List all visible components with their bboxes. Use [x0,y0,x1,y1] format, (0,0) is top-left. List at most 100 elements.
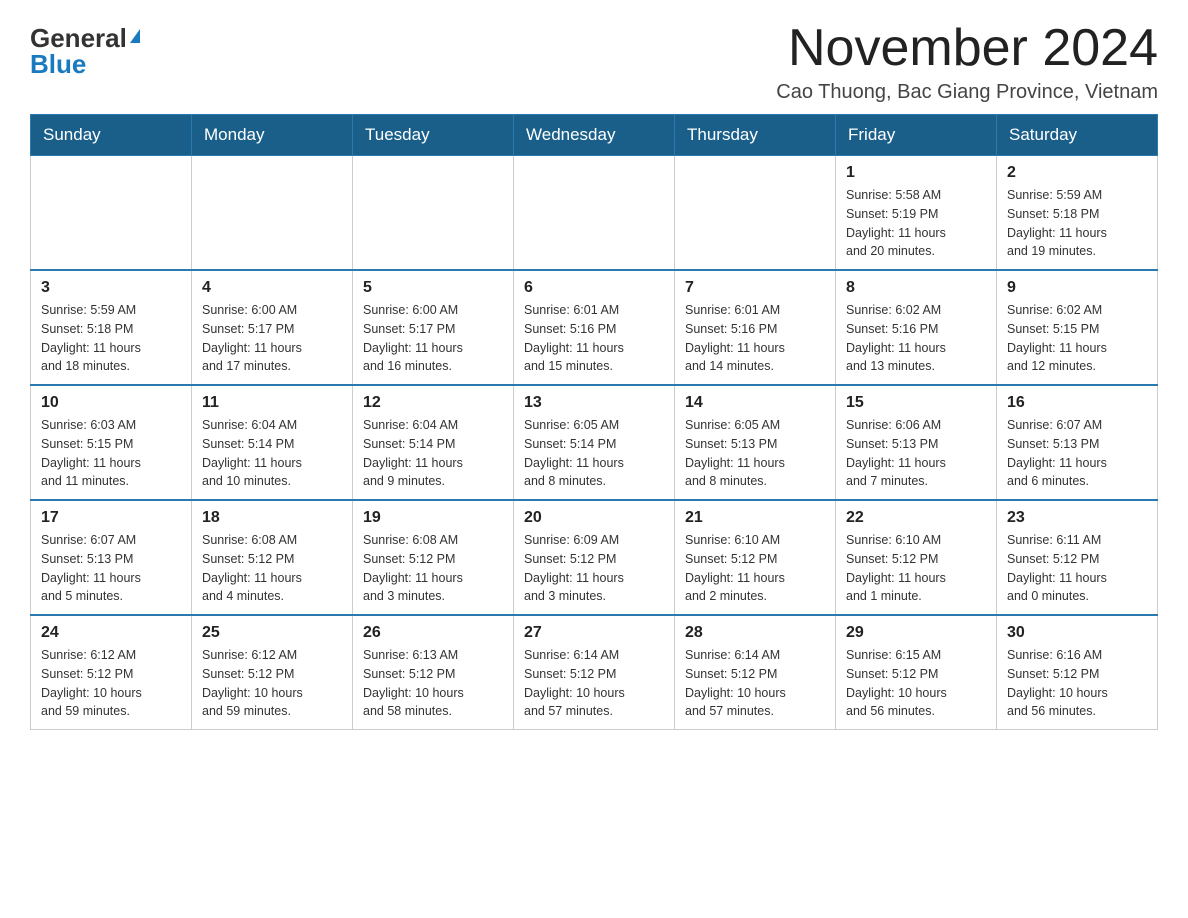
day-info: Sunrise: 6:12 AMSunset: 5:12 PMDaylight:… [41,646,181,721]
day-info: Sunrise: 6:08 AMSunset: 5:12 PMDaylight:… [202,531,342,606]
calendar-day-cell: 21 Sunrise: 6:10 AMSunset: 5:12 PMDayligh… [675,500,836,615]
day-info: Sunrise: 6:02 AMSunset: 5:16 PMDaylight:… [846,301,986,376]
calendar-day-cell: 17 Sunrise: 6:07 AMSunset: 5:13 PMDayligh… [31,500,192,615]
calendar-header-sunday: Sunday [31,115,192,156]
day-info: Sunrise: 5:59 AMSunset: 5:18 PMDaylight:… [41,301,181,376]
day-number: 13 [524,394,664,412]
day-info: Sunrise: 6:07 AMSunset: 5:13 PMDaylight:… [41,531,181,606]
day-info: Sunrise: 6:16 AMSunset: 5:12 PMDaylight:… [1007,646,1147,721]
day-info: Sunrise: 6:15 AMSunset: 5:12 PMDaylight:… [846,646,986,721]
day-number: 9 [1007,279,1147,297]
day-number: 3 [41,279,181,297]
calendar-table: SundayMondayTuesdayWednesdayThursdayFrid… [30,114,1158,730]
calendar-header-wednesday: Wednesday [514,115,675,156]
calendar-day-cell: 3 Sunrise: 5:59 AMSunset: 5:18 PMDaylight… [31,270,192,385]
calendar-header-tuesday: Tuesday [353,115,514,156]
calendar-week-row: 24 Sunrise: 6:12 AMSunset: 5:12 PMDayligh… [31,615,1158,730]
day-number: 22 [846,509,986,527]
day-number: 5 [363,279,503,297]
calendar-title: November 2024 [776,20,1158,77]
day-info: Sunrise: 6:11 AMSunset: 5:12 PMDaylight:… [1007,531,1147,606]
calendar-day-cell [31,156,192,271]
day-info: Sunrise: 6:00 AMSunset: 5:17 PMDaylight:… [363,301,503,376]
day-number: 4 [202,279,342,297]
day-number: 16 [1007,394,1147,412]
calendar-week-row: 1Sunrise: 5:58 AMSunset: 5:19 PMDaylight… [31,156,1158,271]
day-number: 8 [846,279,986,297]
day-number: 6 [524,279,664,297]
calendar-day-cell: 12 Sunrise: 6:04 AMSunset: 5:14 PMDayligh… [353,385,514,500]
calendar-day-cell: 16 Sunrise: 6:07 AMSunset: 5:13 PMDayligh… [997,385,1158,500]
calendar-header-monday: Monday [192,115,353,156]
day-number: 19 [363,509,503,527]
day-info: Sunrise: 6:05 AMSunset: 5:13 PMDaylight:… [685,416,825,491]
calendar-day-cell [514,156,675,271]
calendar-day-cell [192,156,353,271]
day-number: 12 [363,394,503,412]
day-info: Sunrise: 6:02 AMSunset: 5:15 PMDaylight:… [1007,301,1147,376]
day-info: Sunrise: 6:12 AMSunset: 5:12 PMDaylight:… [202,646,342,721]
day-number: 11 [202,394,342,412]
calendar-header-friday: Friday [836,115,997,156]
calendar-day-cell: 11 Sunrise: 6:04 AMSunset: 5:14 PMDayligh… [192,385,353,500]
calendar-day-cell: 8 Sunrise: 6:02 AMSunset: 5:16 PMDaylight… [836,270,997,385]
calendar-day-cell: 15 Sunrise: 6:06 AMSunset: 5:13 PMDayligh… [836,385,997,500]
day-info: Sunrise: 6:03 AMSunset: 5:15 PMDaylight:… [41,416,181,491]
calendar-day-cell: 28 Sunrise: 6:14 AMSunset: 5:12 PMDayligh… [675,615,836,730]
day-number: 26 [363,624,503,642]
calendar-day-cell: 2Sunrise: 5:59 AMSunset: 5:18 PMDaylight… [997,156,1158,271]
calendar-day-cell: 29 Sunrise: 6:15 AMSunset: 5:12 PMDayligh… [836,615,997,730]
calendar-day-cell: 10 Sunrise: 6:03 AMSunset: 5:15 PMDayligh… [31,385,192,500]
calendar-day-cell: 7Sunrise: 6:01 AMSunset: 5:16 PMDaylight… [675,270,836,385]
calendar-subtitle: Cao Thuong, Bac Giang Province, Vietnam [776,81,1158,104]
day-info: Sunrise: 6:14 AMSunset: 5:12 PMDaylight:… [524,646,664,721]
day-number: 25 [202,624,342,642]
day-number: 21 [685,509,825,527]
calendar-week-row: 3 Sunrise: 5:59 AMSunset: 5:18 PMDaylight… [31,270,1158,385]
calendar-day-cell: 26 Sunrise: 6:13 AMSunset: 5:12 PMDayligh… [353,615,514,730]
day-number: 27 [524,624,664,642]
day-info: Sunrise: 6:07 AMSunset: 5:13 PMDaylight:… [1007,416,1147,491]
calendar-day-cell: 19Sunrise: 6:08 AMSunset: 5:12 PMDayligh… [353,500,514,615]
calendar-day-cell [675,156,836,271]
day-info: Sunrise: 6:14 AMSunset: 5:12 PMDaylight:… [685,646,825,721]
day-info: Sunrise: 6:13 AMSunset: 5:12 PMDaylight:… [363,646,503,721]
day-info: Sunrise: 6:06 AMSunset: 5:13 PMDaylight:… [846,416,986,491]
calendar-day-cell: 20Sunrise: 6:09 AMSunset: 5:12 PMDayligh… [514,500,675,615]
calendar-header-row: SundayMondayTuesdayWednesdayThursdayFrid… [31,115,1158,156]
day-info: Sunrise: 6:10 AMSunset: 5:12 PMDaylight:… [685,531,825,606]
calendar-day-cell: 14 Sunrise: 6:05 AMSunset: 5:13 PMDayligh… [675,385,836,500]
day-number: 10 [41,394,181,412]
calendar-week-row: 10 Sunrise: 6:03 AMSunset: 5:15 PMDayligh… [31,385,1158,500]
header: General Blue November 2024 Cao Thuong, B… [30,20,1158,104]
calendar-day-cell: 5 Sunrise: 6:00 AMSunset: 5:17 PMDaylight… [353,270,514,385]
day-info: Sunrise: 5:59 AMSunset: 5:18 PMDaylight:… [1007,186,1147,261]
day-number: 1 [846,164,986,182]
day-number: 29 [846,624,986,642]
calendar-day-cell [353,156,514,271]
logo: General Blue [30,20,140,77]
calendar-day-cell: 30Sunrise: 6:16 AMSunset: 5:12 PMDayligh… [997,615,1158,730]
day-number: 24 [41,624,181,642]
calendar-day-cell: 13Sunrise: 6:05 AMSunset: 5:14 PMDayligh… [514,385,675,500]
calendar-header-saturday: Saturday [997,115,1158,156]
day-number: 14 [685,394,825,412]
calendar-day-cell: 25 Sunrise: 6:12 AMSunset: 5:12 PMDayligh… [192,615,353,730]
calendar-day-cell: 6 Sunrise: 6:01 AMSunset: 5:16 PMDaylight… [514,270,675,385]
calendar-day-cell: 4 Sunrise: 6:00 AMSunset: 5:17 PMDaylight… [192,270,353,385]
calendar-day-cell: 18Sunrise: 6:08 AMSunset: 5:12 PMDayligh… [192,500,353,615]
day-info: Sunrise: 6:01 AMSunset: 5:16 PMDaylight:… [524,301,664,376]
day-number: 28 [685,624,825,642]
day-number: 15 [846,394,986,412]
day-info: Sunrise: 6:04 AMSunset: 5:14 PMDaylight:… [363,416,503,491]
day-info: Sunrise: 6:01 AMSunset: 5:16 PMDaylight:… [685,301,825,376]
calendar-day-cell: 27 Sunrise: 6:14 AMSunset: 5:12 PMDayligh… [514,615,675,730]
calendar-header-thursday: Thursday [675,115,836,156]
calendar-week-row: 17 Sunrise: 6:07 AMSunset: 5:13 PMDayligh… [31,500,1158,615]
title-area: November 2024 Cao Thuong, Bac Giang Prov… [776,20,1158,104]
day-info: Sunrise: 6:04 AMSunset: 5:14 PMDaylight:… [202,416,342,491]
day-number: 17 [41,509,181,527]
day-info: Sunrise: 6:09 AMSunset: 5:12 PMDaylight:… [524,531,664,606]
calendar-day-cell: 24 Sunrise: 6:12 AMSunset: 5:12 PMDayligh… [31,615,192,730]
day-info: Sunrise: 6:00 AMSunset: 5:17 PMDaylight:… [202,301,342,376]
